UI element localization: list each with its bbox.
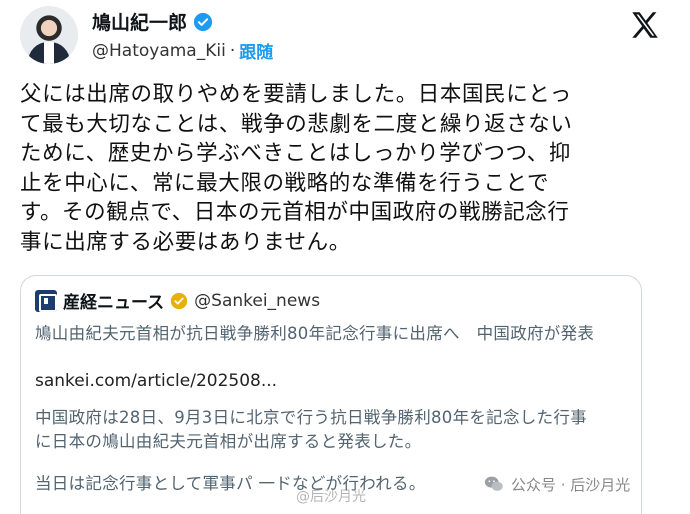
tweet-line: 父には出席の取りやめを要請しました。日本国民にとっ bbox=[20, 82, 572, 107]
author-handle[interactable]: @Hatoyama_Kii bbox=[92, 41, 226, 61]
author-name-row: 鳩山紀一郎 bbox=[92, 8, 213, 35]
quote-author-handle[interactable]: @Sankei_news bbox=[194, 291, 320, 311]
author-name[interactable]: 鳩山紀一郎 bbox=[92, 8, 187, 35]
quote-author-name[interactable]: 産経ニュース bbox=[63, 288, 164, 313]
tweet-text: 父には出席の取りやめを要請しました。日本国民にとっ て最も大切なことは、戦争の悲… bbox=[20, 80, 680, 257]
separator-dot: · bbox=[229, 40, 236, 61]
avatar[interactable] bbox=[20, 6, 78, 64]
sankei-logo-icon[interactable] bbox=[35, 289, 57, 312]
quote-headline: 鳩山由紀夫元首相が抗日戦争勝利80年記念行事に出席へ 中国政府が発表 bbox=[35, 324, 595, 343]
tweet-line: 止を中心に、常に最大限の戦略的な準備を行うことで bbox=[20, 170, 550, 196]
wechat-icon bbox=[484, 476, 503, 491]
wechat-watermark: 公众号 · 后沙月光 bbox=[483, 473, 630, 495]
quote-body-line: に日本の鳩山由紀夫元首相が出席すると発表した。 bbox=[35, 432, 422, 451]
tweet-header: 鳩山紀一郎 @Hatoyama_Kii · 跟随 bbox=[20, 6, 670, 66]
tweet-line: 事に出席する必要はありません。 bbox=[20, 229, 351, 255]
verified-badge-icon bbox=[193, 12, 213, 31]
tweet-line: ために、歴史から学ぶべきことはしっかり学びつつ、抑 bbox=[20, 141, 571, 166]
quote-header: 産経ニュース @Sankei_news bbox=[35, 288, 320, 313]
watermark-text: 公众号 · 后沙月光 bbox=[511, 475, 631, 494]
watermark-overlay: @后沙月光 bbox=[296, 489, 366, 505]
quote-body-line: 中国政府は28日、9月3日に北京で行う抗日戦争勝利80年を記念した行事 bbox=[35, 408, 587, 427]
follow-button[interactable]: 跟随 bbox=[239, 38, 273, 63]
author-handle-row: @Hatoyama_Kii · 跟随 bbox=[92, 38, 273, 64]
tweet-line: す。その観点で、日本の元首相が中国政府の戦勝記念行 bbox=[20, 200, 570, 225]
tweet-line: て最も大切なことは、戦争の悲劇を二度と繰り返さない bbox=[20, 111, 573, 137]
gold-verified-badge-icon bbox=[170, 292, 188, 309]
x-logo-icon[interactable] bbox=[628, 8, 662, 42]
quote-article-link[interactable]: sankei.com/article/202508... bbox=[35, 371, 277, 391]
avatar-shirt bbox=[44, 42, 54, 64]
